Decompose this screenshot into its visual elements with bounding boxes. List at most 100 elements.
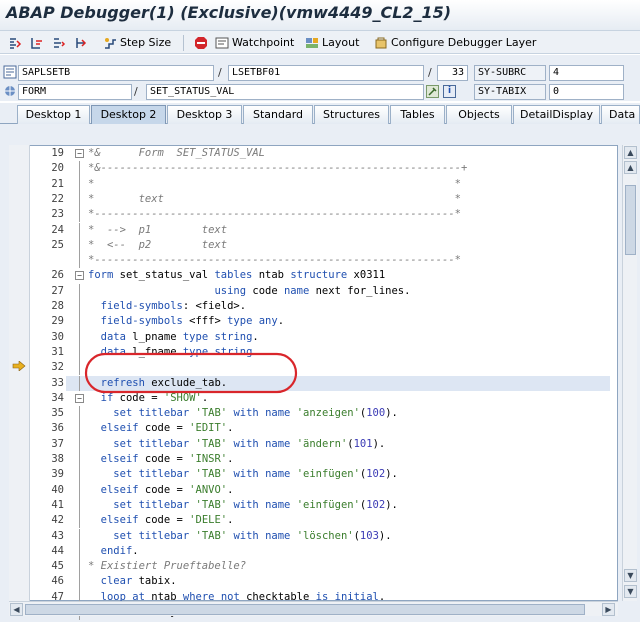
code-line[interactable]: *& Form SET_STATUS_VAL (88, 146, 265, 161)
fold-guide (79, 375, 80, 391)
fold-guide (79, 406, 80, 422)
horizontal-scroll-thumb[interactable] (25, 604, 585, 615)
fold-guide (79, 299, 80, 315)
configure-label: Configure Debugger Layer (391, 36, 537, 49)
code-line[interactable]: * --> p1 text (88, 223, 227, 238)
fold-guide (79, 253, 80, 269)
window-title: ABAP Debugger(1) (Exclusive)(vmw4449_CL2… (6, 3, 452, 22)
line-number: 43 (51, 529, 64, 542)
code-line[interactable]: elseif code = 'ANVO'. (88, 483, 234, 498)
line-number: 38 (51, 453, 64, 465)
code-line[interactable]: form set_status_val tables ntab structur… (88, 268, 385, 283)
configure-debugger-layer-button[interactable]: Configure Debugger Layer (374, 34, 536, 51)
code-line[interactable]: *&--------------------------------------… (88, 161, 467, 176)
code-line[interactable]: * Existiert Prueftabelle? (88, 559, 246, 574)
fold-guide (79, 452, 80, 468)
scroll-right-icon[interactable]: ▶ (602, 603, 615, 616)
code-line[interactable]: using code name next for_lines. (88, 284, 410, 299)
tab-data-explorer[interactable]: Data E (601, 105, 640, 124)
code-line[interactable]: set titlebar 'TAB' with name 'anzeigen'(… (88, 406, 398, 421)
code-line[interactable]: * <-- p2 text (88, 238, 227, 253)
line-number: 42 (51, 514, 64, 527)
fold-toggle-icon[interactable]: − (75, 271, 84, 281)
event-type-field[interactable]: FORM (18, 84, 132, 100)
tool-icon[interactable] (426, 85, 439, 98)
code-line[interactable]: field-symbols: <field>. (88, 299, 246, 314)
tab-desktop-3[interactable]: Desktop 3 (167, 105, 242, 124)
tab-objects[interactable]: Objects (446, 105, 512, 124)
include-field[interactable]: LSETBF01 (228, 65, 424, 81)
code-line[interactable]: *---------------------------------------… (88, 207, 461, 222)
var1-value-field[interactable]: 4 (549, 65, 624, 81)
code-line[interactable]: set titlebar 'TAB' with name 'einfügen'(… (88, 467, 398, 482)
line-number: 40 (51, 483, 64, 496)
horizontal-scrollbar[interactable]: ◀ ▶ (9, 601, 618, 616)
line-number: 25 (51, 238, 64, 251)
watchpoint-label: Watchpoint (232, 36, 295, 49)
layout-button[interactable]: Layout (305, 34, 359, 51)
fold-toggle-icon[interactable]: − (75, 393, 84, 403)
var2-name-field: SY-TABIX (474, 84, 546, 100)
code-line[interactable]: set titlebar 'TAB' with name 'einfügen'(… (88, 498, 398, 513)
fold-guide (79, 421, 80, 437)
fold-guide (79, 559, 80, 575)
line-field[interactable]: 33 (437, 65, 468, 81)
vertical-scrollbar[interactable]: ▲ ▲ ▼ ▼ (622, 145, 637, 601)
code-line[interactable]: *---------------------------------------… (88, 253, 461, 268)
line-number: 39 (51, 468, 64, 481)
line-number: 30 (51, 330, 64, 343)
fold-toggle-icon[interactable]: − (75, 149, 84, 158)
stop-button[interactable] (194, 34, 211, 51)
code-line[interactable]: field-symbols <fff> type any. (88, 314, 284, 329)
code-line[interactable]: set titlebar 'TAB' with name 'ändern'(10… (88, 437, 385, 452)
line-number: 29 (51, 315, 64, 328)
code-line[interactable]: elseif code = 'EDIT'. (88, 421, 234, 436)
line-number: 33 (51, 376, 64, 389)
code-line[interactable]: * text * (88, 192, 461, 207)
execute-button[interactable] (30, 34, 47, 51)
code-line[interactable]: clear tabix. (88, 574, 177, 589)
scroll-down-icon[interactable]: ▼ (624, 585, 637, 598)
scroll-left-icon[interactable]: ◀ (10, 603, 23, 616)
code-line[interactable]: elseif code = 'DELE'. (88, 513, 234, 528)
fold-guide (79, 161, 80, 177)
single-step-icon (8, 36, 22, 50)
step-size-button[interactable]: Step Size (103, 34, 171, 51)
toolbar-separator (183, 35, 184, 51)
code-line[interactable]: elseif code = 'INSR'. (88, 452, 234, 467)
layout-icon (305, 36, 319, 50)
info-icon[interactable]: i (443, 85, 456, 98)
line-number: 45 (51, 560, 64, 573)
code-line[interactable]: * * (88, 177, 461, 192)
continue-button[interactable] (74, 34, 91, 51)
line-number: 28 (51, 300, 64, 312)
tab-standard[interactable]: Standard (243, 105, 313, 124)
tab-detail-display[interactable]: DetailDisplay (513, 105, 600, 124)
current-statement-arrow-icon (12, 360, 26, 374)
fold-guide (79, 176, 80, 192)
scroll-page-up-icon[interactable]: ▲ (624, 161, 637, 174)
tab-desktop-1[interactable]: Desktop 1 (17, 105, 90, 124)
fold-guide (79, 207, 80, 223)
code-line[interactable]: endif. (88, 544, 139, 559)
code-line[interactable]: data l_pname type string. (88, 330, 259, 345)
code-line[interactable]: set titlebar 'TAB' with name 'löschen'(1… (88, 529, 391, 544)
vertical-scroll-thumb[interactable] (625, 185, 636, 255)
watchpoint-icon (215, 36, 229, 50)
event-name-field[interactable]: SET_STATUS_VAL (146, 84, 424, 100)
tab-structures[interactable]: Structures (314, 105, 389, 124)
var1-name-field: SY-SUBRC (474, 65, 546, 81)
tab-tables[interactable]: Tables (390, 105, 445, 124)
return-button[interactable] (52, 34, 69, 51)
fold-guide (79, 344, 80, 361)
program-field[interactable]: SAPLSETB (18, 65, 214, 81)
watchpoint-button[interactable]: Watchpoint (215, 34, 294, 51)
tab-desktop-2[interactable]: Desktop 2 (91, 105, 166, 124)
scroll-page-down-icon[interactable]: ▼ (624, 569, 637, 582)
line-number: 32 (51, 361, 64, 374)
scroll-up-icon[interactable]: ▲ (624, 146, 637, 159)
fold-guide (79, 314, 80, 330)
line-number: 19 (51, 147, 64, 159)
single-step-button[interactable] (8, 34, 25, 51)
var2-value-field[interactable]: 0 (549, 84, 624, 100)
